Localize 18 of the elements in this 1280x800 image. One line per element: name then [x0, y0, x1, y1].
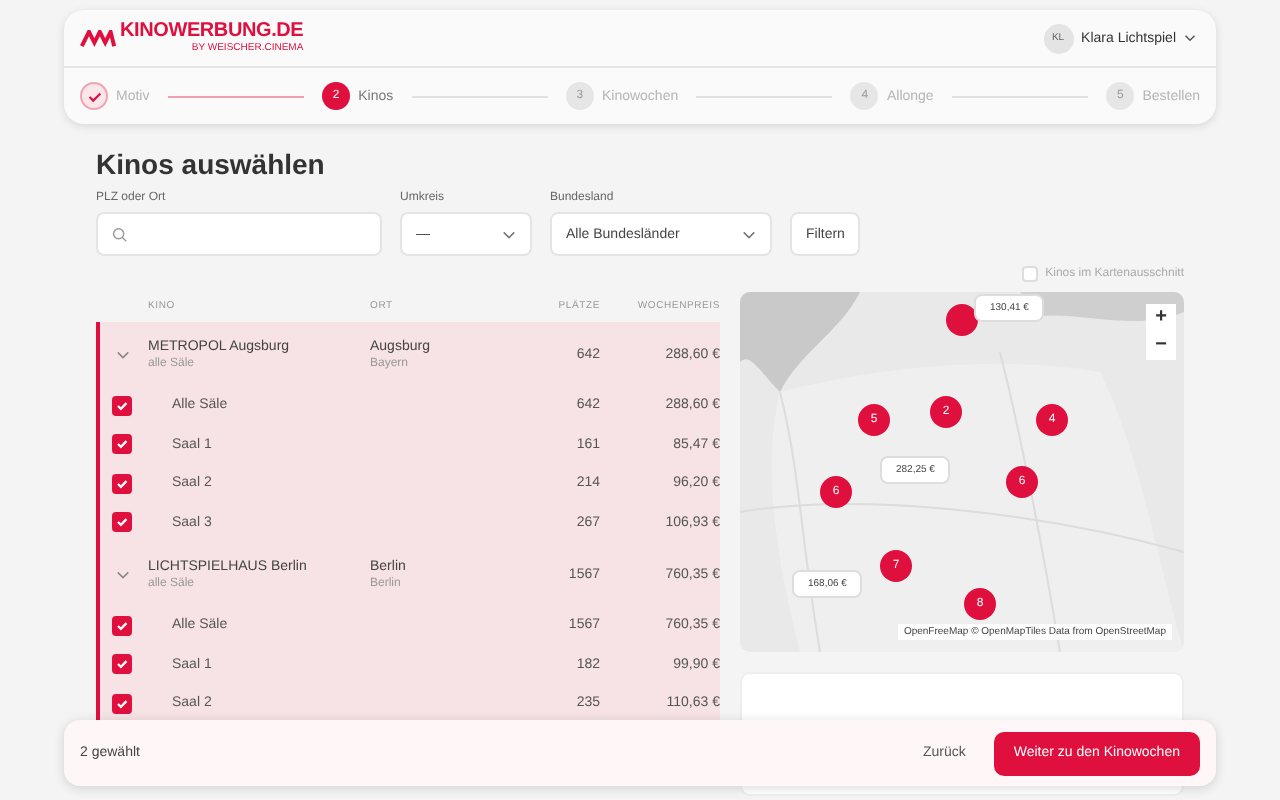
chevron-icon	[1184, 34, 1196, 42]
chevron-icon	[502, 229, 516, 239]
search-icon	[112, 225, 128, 243]
check-icon	[85, 87, 103, 105]
chevron-icon	[742, 229, 756, 239]
chevron-icon[interactable]	[115, 569, 129, 579]
checkbox[interactable]	[112, 615, 132, 636]
chevron-icon[interactable]	[115, 349, 129, 359]
checkbox[interactable]	[112, 693, 132, 714]
page-title: Kinos auswählen	[96, 146, 327, 182]
checkbox[interactable]	[112, 654, 132, 675]
checkbox[interactable]	[112, 434, 132, 455]
logo-text: KINOWERBUNG.DE	[120, 22, 304, 42]
search-field[interactable]	[96, 212, 382, 256]
checkbox[interactable]	[112, 473, 132, 494]
checkbox[interactable]	[112, 395, 132, 416]
checkbox[interactable]	[112, 512, 132, 533]
logo-icon	[80, 29, 116, 47]
